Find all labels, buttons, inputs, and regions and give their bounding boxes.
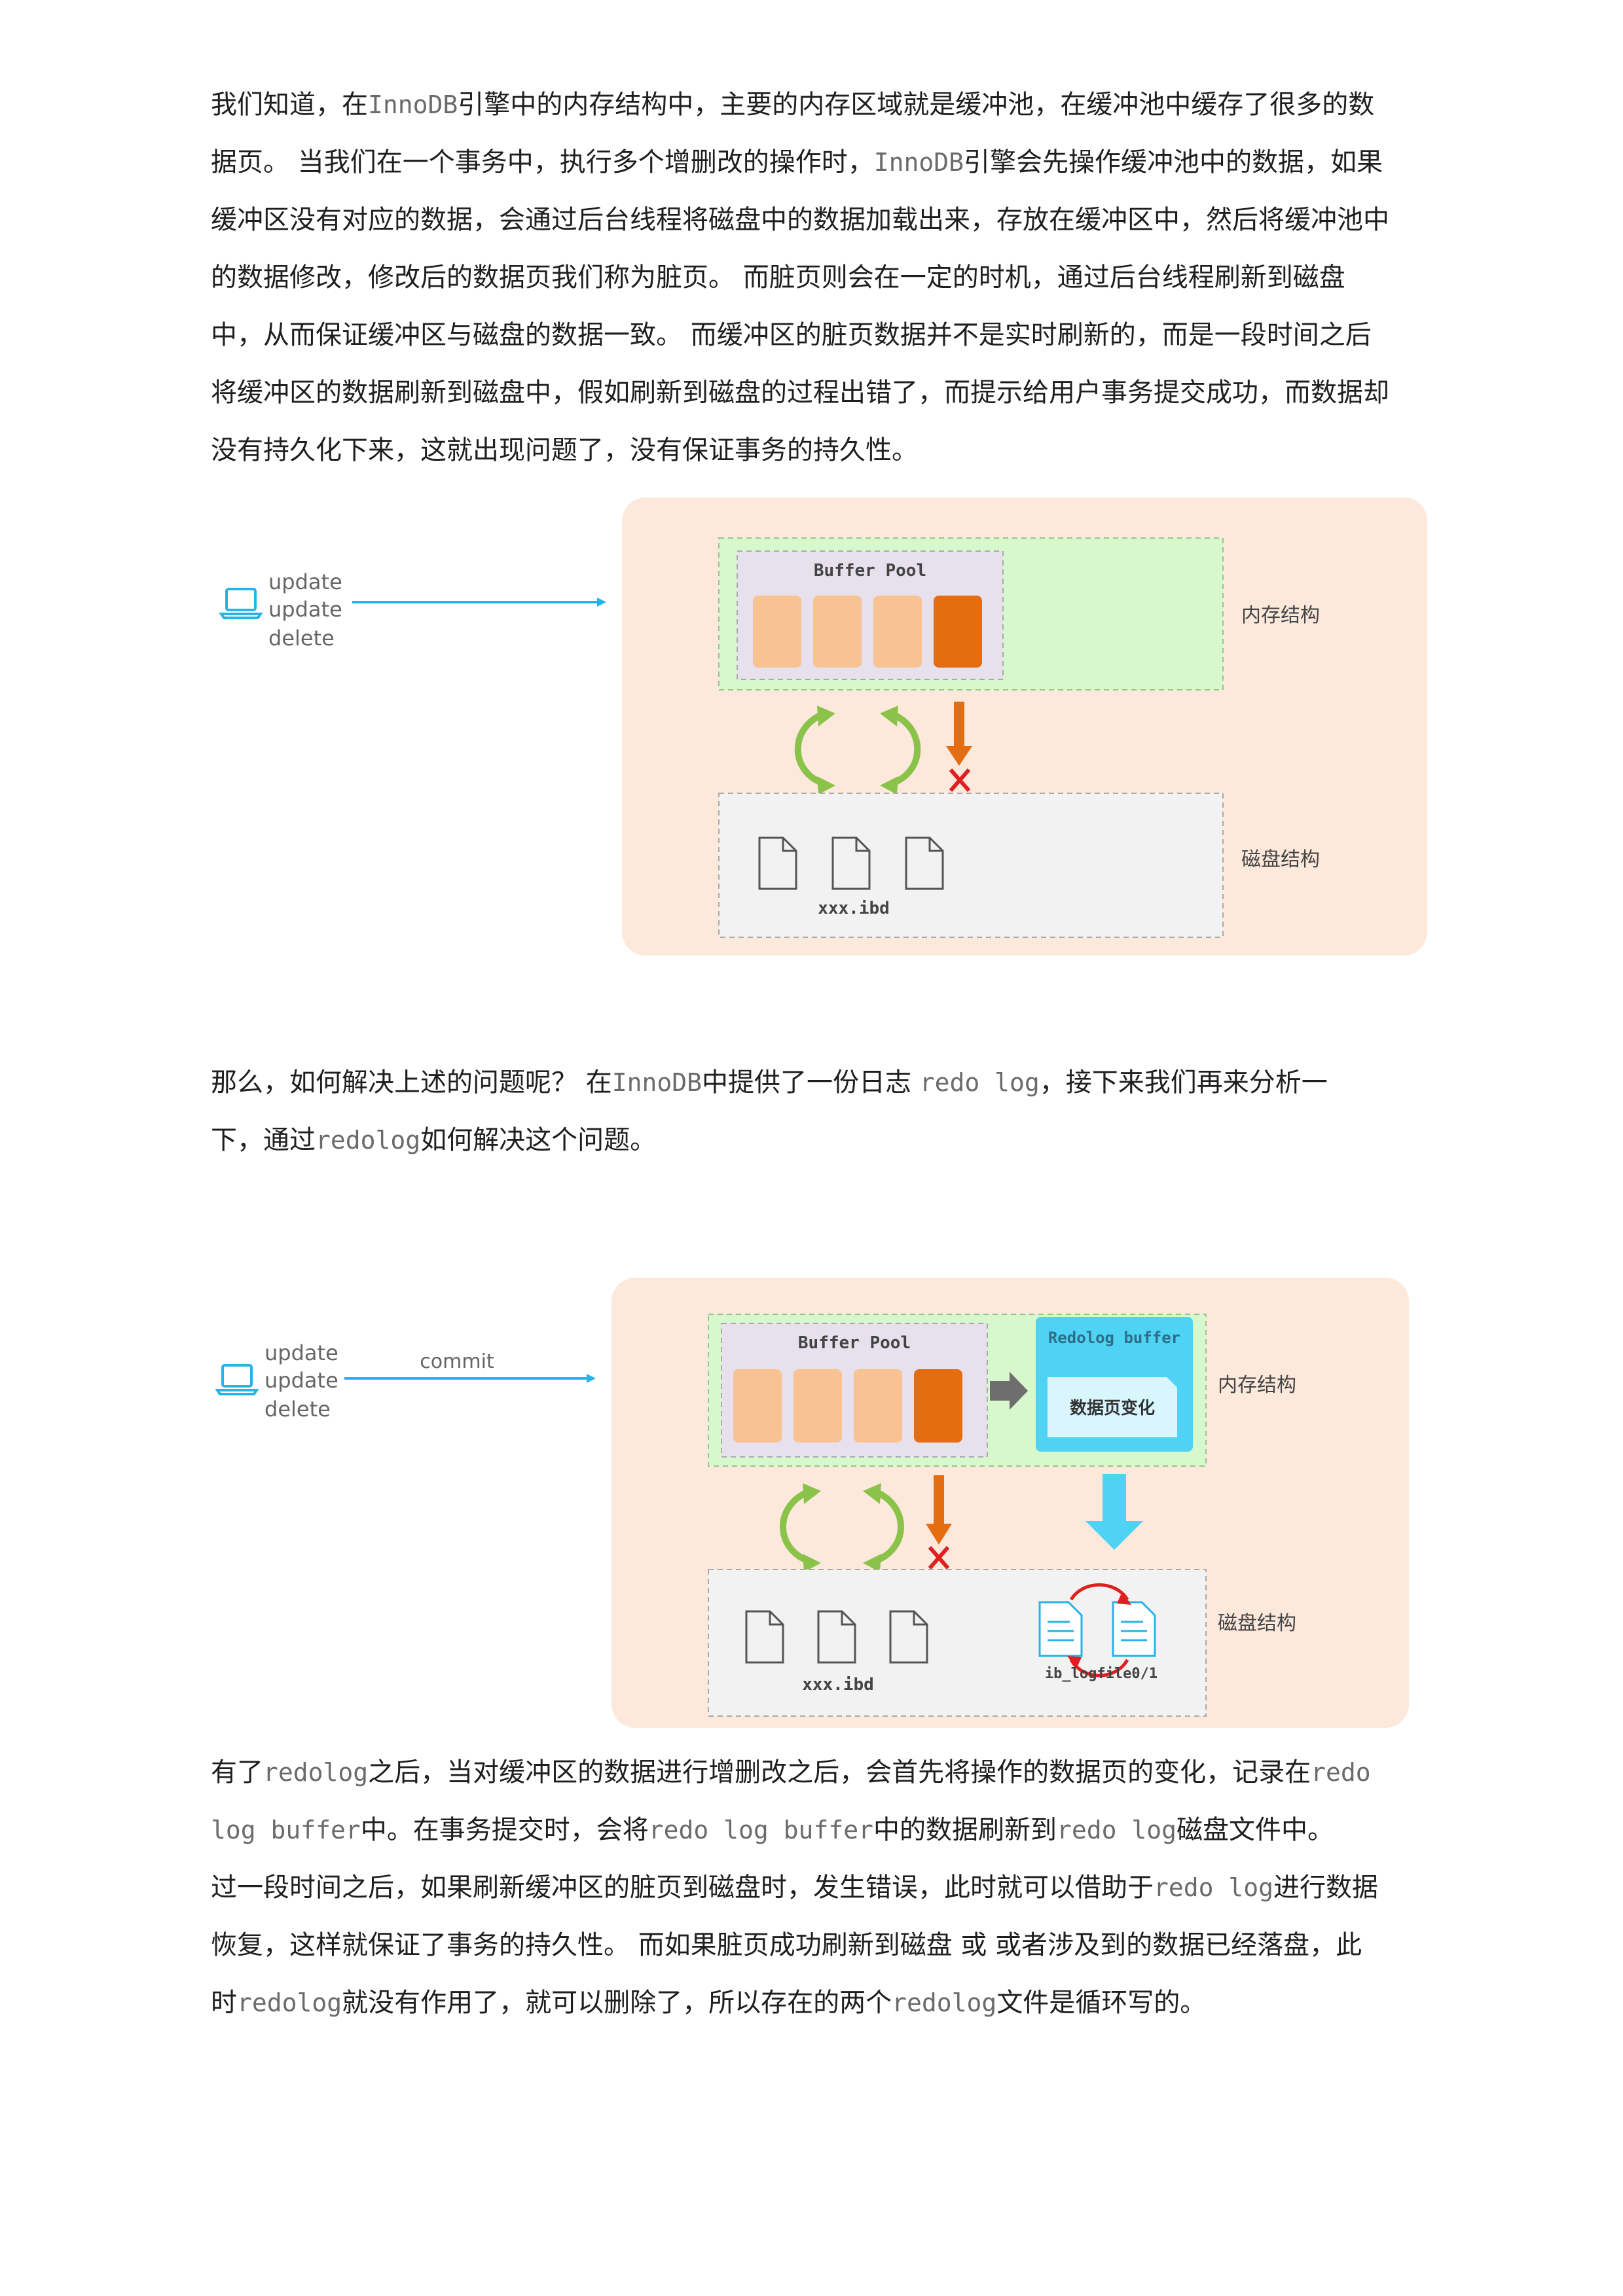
buffer-pool-label: Buffer Pool [814, 561, 926, 581]
inline-code: redo log [1056, 1816, 1176, 1844]
text-run: 中提供了一份日志 [702, 1067, 920, 1098]
commit-label: commit [420, 1350, 494, 1373]
op-label: update [264, 1340, 338, 1365]
text-run: 时 [211, 1988, 237, 2018]
inline-code: log buffer [211, 1816, 361, 1844]
inline-code: redolog [316, 1126, 421, 1155]
flush-arrow-icon [934, 1475, 944, 1525]
data-page [813, 596, 862, 668]
text-run: ，接下来我们再来分析一 [1039, 1067, 1328, 1098]
inline-code: InnoDB [873, 148, 964, 177]
text-run: 下，通过 [211, 1125, 316, 1155]
op-label: delete [268, 626, 335, 651]
paragraph-line: 过一段时间之后，如果刷新缓冲区的脏页到磁盘时，发生错误，此时就可以借助于redo… [211, 1859, 1429, 1916]
disk-structure-label: 磁盘结构 [1241, 848, 1320, 871]
text-run: 据页。 当我们在一个事务中，执行多个增删改的操作时， [211, 147, 874, 177]
inline-code: redo log [919, 1068, 1040, 1097]
diagram-redo-log-flow: update update delete commit Buffer Pool … [210, 1278, 1427, 1728]
inline-code: redolog [263, 1758, 369, 1787]
text-run: 就没有作用了，就可以删除了，所以存在的两个 [342, 1988, 892, 2018]
text-run: 那么，如何解决上述的问题呢？ 在 [211, 1067, 612, 1098]
text-run: 中。在事务提交时，会将 [360, 1815, 649, 1845]
text-run: 引擎会先操作缓冲池中的数据，如果 [964, 147, 1383, 177]
paragraph-line: 下，通过redolog如何解决这个问题。 [211, 1111, 1429, 1169]
memory-structure-label: 内存结构 [1241, 604, 1320, 627]
op-label: update [268, 597, 342, 622]
inline-code: redo log buffer [648, 1816, 873, 1844]
op-label: update [264, 1368, 338, 1393]
dirty-data-page [914, 1369, 962, 1443]
op-label: update [268, 569, 342, 594]
log-file-icon [1112, 1601, 1156, 1657]
paragraph-line: 中，从而保证缓冲区与磁盘的数据一致。 而缓冲区的脏页数据并不是实时刷新的，而是一… [211, 306, 1429, 364]
paragraph-redo-log-explanation: 有了redolog之后，当对缓冲区的数据进行增删改之后，会首先将操作的数据页的变… [211, 1744, 1429, 2032]
text-run: 过一段时间之后，如果刷新缓冲区的脏页到磁盘时，发生错误，此时就可以借助于 [211, 1873, 1154, 1903]
inline-code: redolog [237, 1988, 342, 2017]
paragraph-line: 有了redolog之后，当对缓冲区的数据进行增删改之后，会首先将操作的数据页的变… [211, 1744, 1429, 1801]
text-run: 磁盘文件中。 [1176, 1815, 1334, 1845]
inline-code: redolog [892, 1988, 997, 2017]
ibd-file-label: xxx.ibd [818, 899, 890, 918]
paragraph-buffer-pool-intro: 我们知道，在InnoDB引擎中的内存结构中，主要的内存区域就是缓冲池，在缓冲池中… [211, 76, 1429, 479]
paragraph-line: 没有持久化下来，这就出现问题了，没有保证事务的持久性。 [211, 422, 1429, 479]
page-change-label: 数据页变化 [1070, 1398, 1155, 1418]
request-arrow-head [597, 598, 606, 607]
flush-arrow-icon [954, 702, 964, 747]
inline-code: InnoDB [368, 90, 458, 119]
dirty-data-page [934, 596, 982, 668]
paragraph-redo-log-question: 那么，如何解决上述的问题呢？ 在InnoDB中提供了一份日志 redo log，… [211, 1054, 1429, 1169]
paragraph-line: 据页。 当我们在一个事务中，执行多个增删改的操作时，InnoDB引擎会先操作缓冲… [211, 134, 1429, 191]
op-label: delete [264, 1397, 331, 1422]
text-run: 文件是循环写的。 [996, 1988, 1207, 2018]
data-page [753, 596, 801, 668]
text-run: 没有持久化下来，这就出现问题了，没有保证事务的持久性。 [211, 435, 918, 465]
buffer-pool-label: Buffer Pool [798, 1333, 911, 1353]
paragraph-line: 我们知道，在InnoDB引擎中的内存结构中，主要的内存区域就是缓冲池，在缓冲池中… [211, 76, 1429, 134]
inline-code: redo [1311, 1758, 1371, 1787]
data-page [873, 596, 922, 668]
laptop-icon [215, 1364, 259, 1395]
text-run: 引擎中的内存结构中，主要的内存区域就是缓冲池，在缓冲池中缓存了很多的数 [458, 90, 1375, 120]
paragraph-line: 时redolog就没有作用了，就可以删除了，所以存在的两个redolog文件是循… [211, 1974, 1429, 2032]
paragraph-line: 缓冲区没有对应的数据，会通过后台线程将磁盘中的数据加载出来，存放在缓冲区中，然后… [211, 191, 1429, 249]
paragraph-line: log buffer中。在事务提交时，会将redo log buffer中的数据… [211, 1801, 1429, 1859]
diagram-buffer-pool-flush: update update delete Buffer Pool 内存结构 xx… [210, 497, 1427, 956]
ibd-file-label: xxx.ibd [802, 1675, 874, 1695]
text-run: 中的数据刷新到 [873, 1815, 1057, 1845]
text-run: 之后，当对缓冲区的数据进行增删改之后，会首先将操作的数据页的变化，记录在 [368, 1757, 1311, 1787]
logfile-label: ib_logfile0/1 [1045, 1666, 1158, 1682]
paragraph-line: 的数据修改，修改后的数据页我们称为脏页。 而脏页则会在一定的时机，通过后台线程刷… [211, 249, 1429, 306]
text-run: 我们知道，在 [211, 90, 368, 120]
text-run: 缓冲区没有对应的数据，会通过后台线程将磁盘中的数据加载出来，存放在缓冲区中，然后… [211, 205, 1389, 235]
data-page [733, 1369, 782, 1443]
data-page [854, 1369, 902, 1443]
text-run: 将缓冲区的数据刷新到磁盘中，假如刷新到磁盘的过程出错了，而提示给用户事务提交成功… [211, 378, 1389, 408]
inline-code: InnoDB [611, 1068, 702, 1097]
text-run: 中，从而保证缓冲区与磁盘的数据一致。 而缓冲区的脏页数据并不是实时刷新的，而是一… [211, 320, 1372, 350]
disk-region [718, 793, 1224, 938]
paragraph-line: 恢复，这样就保证了事务的持久性。 而如果脏页成功刷新到磁盘 或 或者涉及到的数据… [211, 1916, 1429, 1974]
text-run: 如何解决这个问题。 [420, 1125, 657, 1155]
data-page [793, 1369, 842, 1443]
redolog-buffer-label: Redolog buffer [1048, 1329, 1180, 1347]
inline-code: redo log [1154, 1873, 1274, 1902]
text-run: 进行数据 [1273, 1873, 1379, 1903]
paragraph-line: 那么，如何解决上述的问题呢？ 在InnoDB中提供了一份日志 redo log，… [211, 1054, 1429, 1111]
text-run: 的数据修改，修改后的数据页我们称为脏页。 而脏页则会在一定的时机，通过后台线程刷… [211, 262, 1345, 293]
disk-structure-label: 磁盘结构 [1218, 1612, 1296, 1635]
log-file-icon [1038, 1601, 1083, 1657]
text-run: 恢复，这样就保证了事务的持久性。 而如果脏页成功刷新到磁盘 或 或者涉及到的数据… [211, 1930, 1362, 1960]
memory-structure-label: 内存结构 [1218, 1374, 1296, 1397]
paragraph-line: 将缓冲区的数据刷新到磁盘中，假如刷新到磁盘的过程出错了，而提示给用户事务提交成功… [211, 364, 1429, 422]
text-run: 有了 [211, 1757, 263, 1787]
laptop-icon [219, 588, 263, 619]
